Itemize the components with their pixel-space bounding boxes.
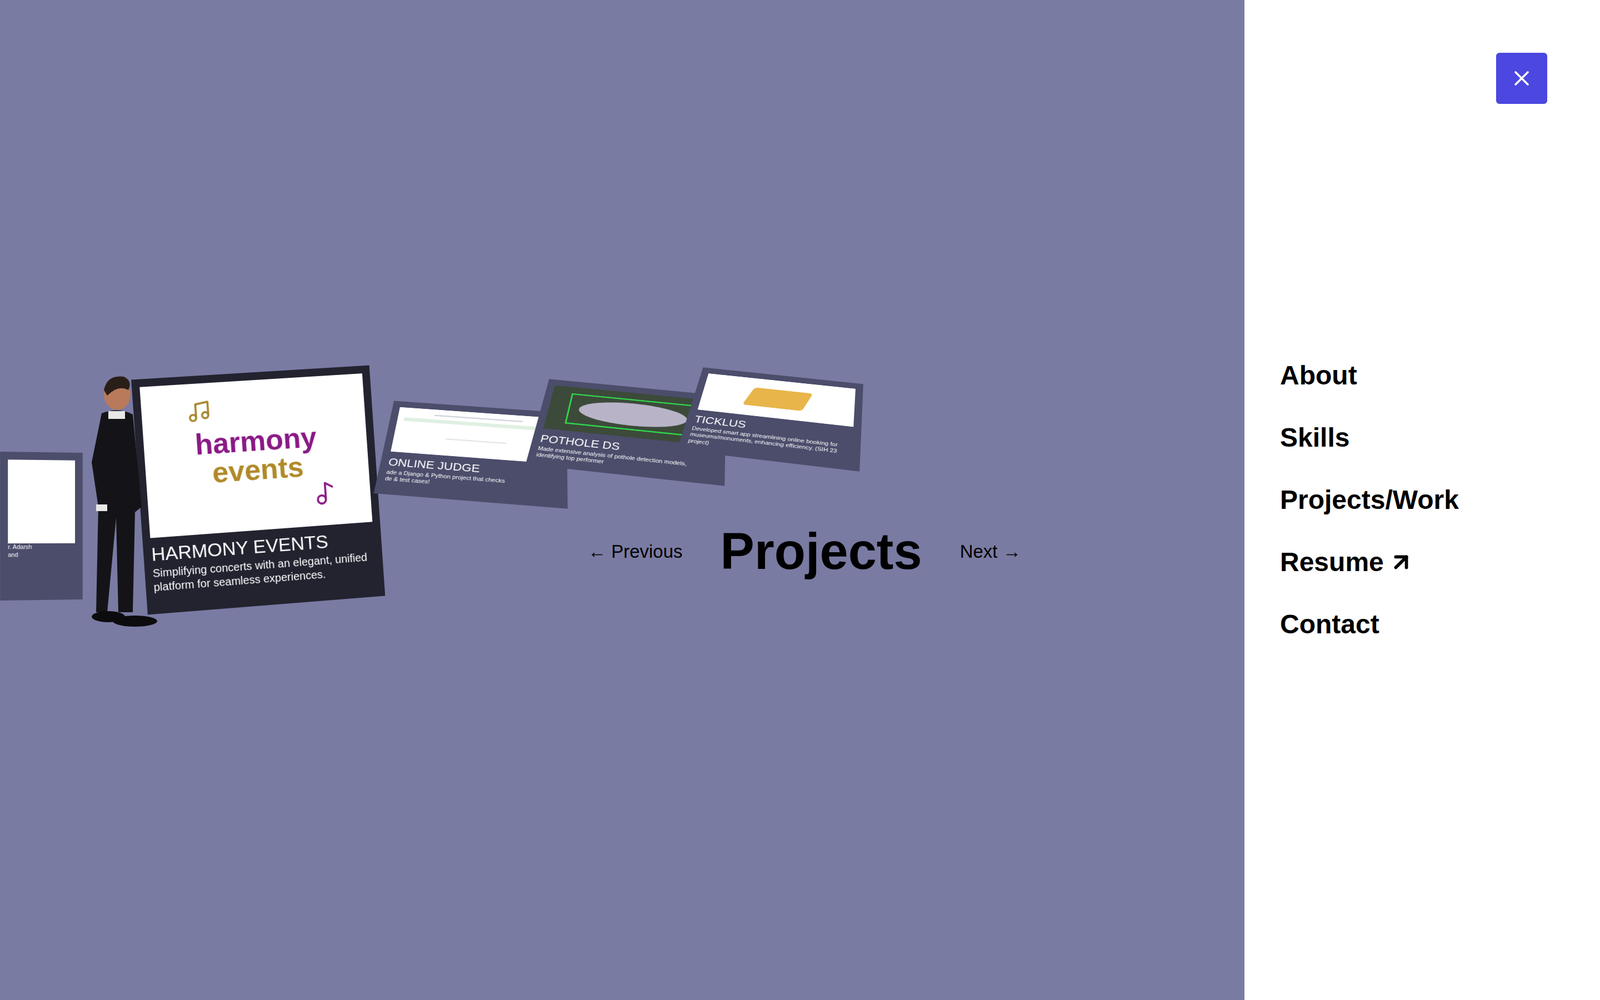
section-title: Projects [720,519,923,584]
card-image: harmonyevents [139,373,373,538]
page: r. Adarsh and harmonyeventsHARMONY EVENTS… [0,0,1600,1000]
menu-list: About Skills Projects/Work Resume Contact [1280,359,1600,641]
next-button[interactable]: Next → [955,535,1026,568]
carousel-nav: ← Previous Projects Next → [583,519,1026,584]
side-menu: About Skills Projects/Work Resume Contact [1244,0,1600,1000]
music-note-icon [185,398,212,425]
close-button[interactable] [1496,52,1548,104]
avatar-figure [79,373,180,631]
close-icon [1509,66,1534,91]
project-card[interactable]: harmonyeventsHARMONY EVENTSSimplifying c… [131,365,385,615]
external-link-icon [1388,549,1414,575]
music-note-icon [312,480,339,507]
logo-text: events [211,452,305,488]
card-description: r. Adarsh and [7,543,75,559]
menu-item[interactable]: Projects/Work [1280,483,1600,517]
menu-item[interactable]: Resume [1280,546,1600,579]
projects-canvas: r. Adarsh and harmonyeventsHARMONY EVENTS… [0,0,1245,1000]
menu-item[interactable]: About [1280,359,1600,392]
menu-item[interactable]: Skills [1280,421,1600,454]
previous-button[interactable]: ← Previous [583,535,688,568]
menu-item[interactable]: Contact [1280,608,1600,641]
project-card[interactable]: r. Adarsh and [0,451,83,601]
card-image [7,459,75,544]
